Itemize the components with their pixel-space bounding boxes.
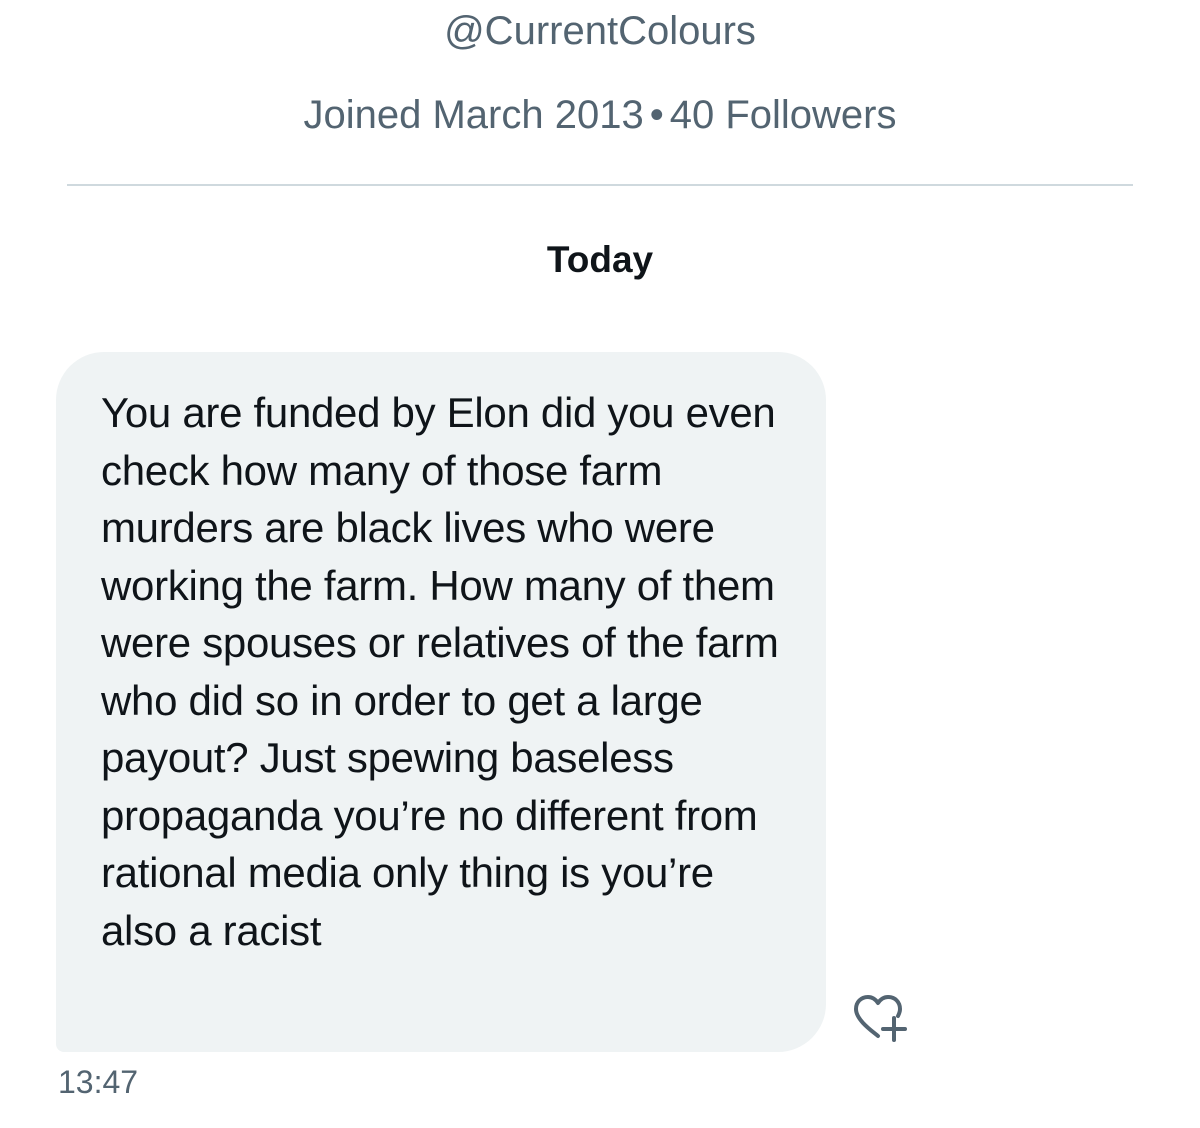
meta-separator: • <box>649 93 664 137</box>
message-timestamp: 13:47 <box>58 1064 139 1100</box>
profile-meta: Joined March 2013 • 40 Followers <box>0 90 1200 140</box>
date-separator: Today <box>546 239 654 280</box>
followers-count[interactable]: 40 Followers <box>670 93 897 137</box>
received-message-bubble[interactable]: You are funded by Elon did you even chec… <box>56 352 826 1052</box>
add-reaction-button[interactable] <box>848 990 914 1050</box>
header-divider <box>67 184 1133 186</box>
joined-date: Joined March 2013 <box>303 93 644 137</box>
message-text: You are funded by Elon did you even chec… <box>101 389 779 954</box>
profile-handle[interactable]: @CurrentColours <box>0 6 1200 56</box>
heart-plus-icon <box>854 995 907 1042</box>
